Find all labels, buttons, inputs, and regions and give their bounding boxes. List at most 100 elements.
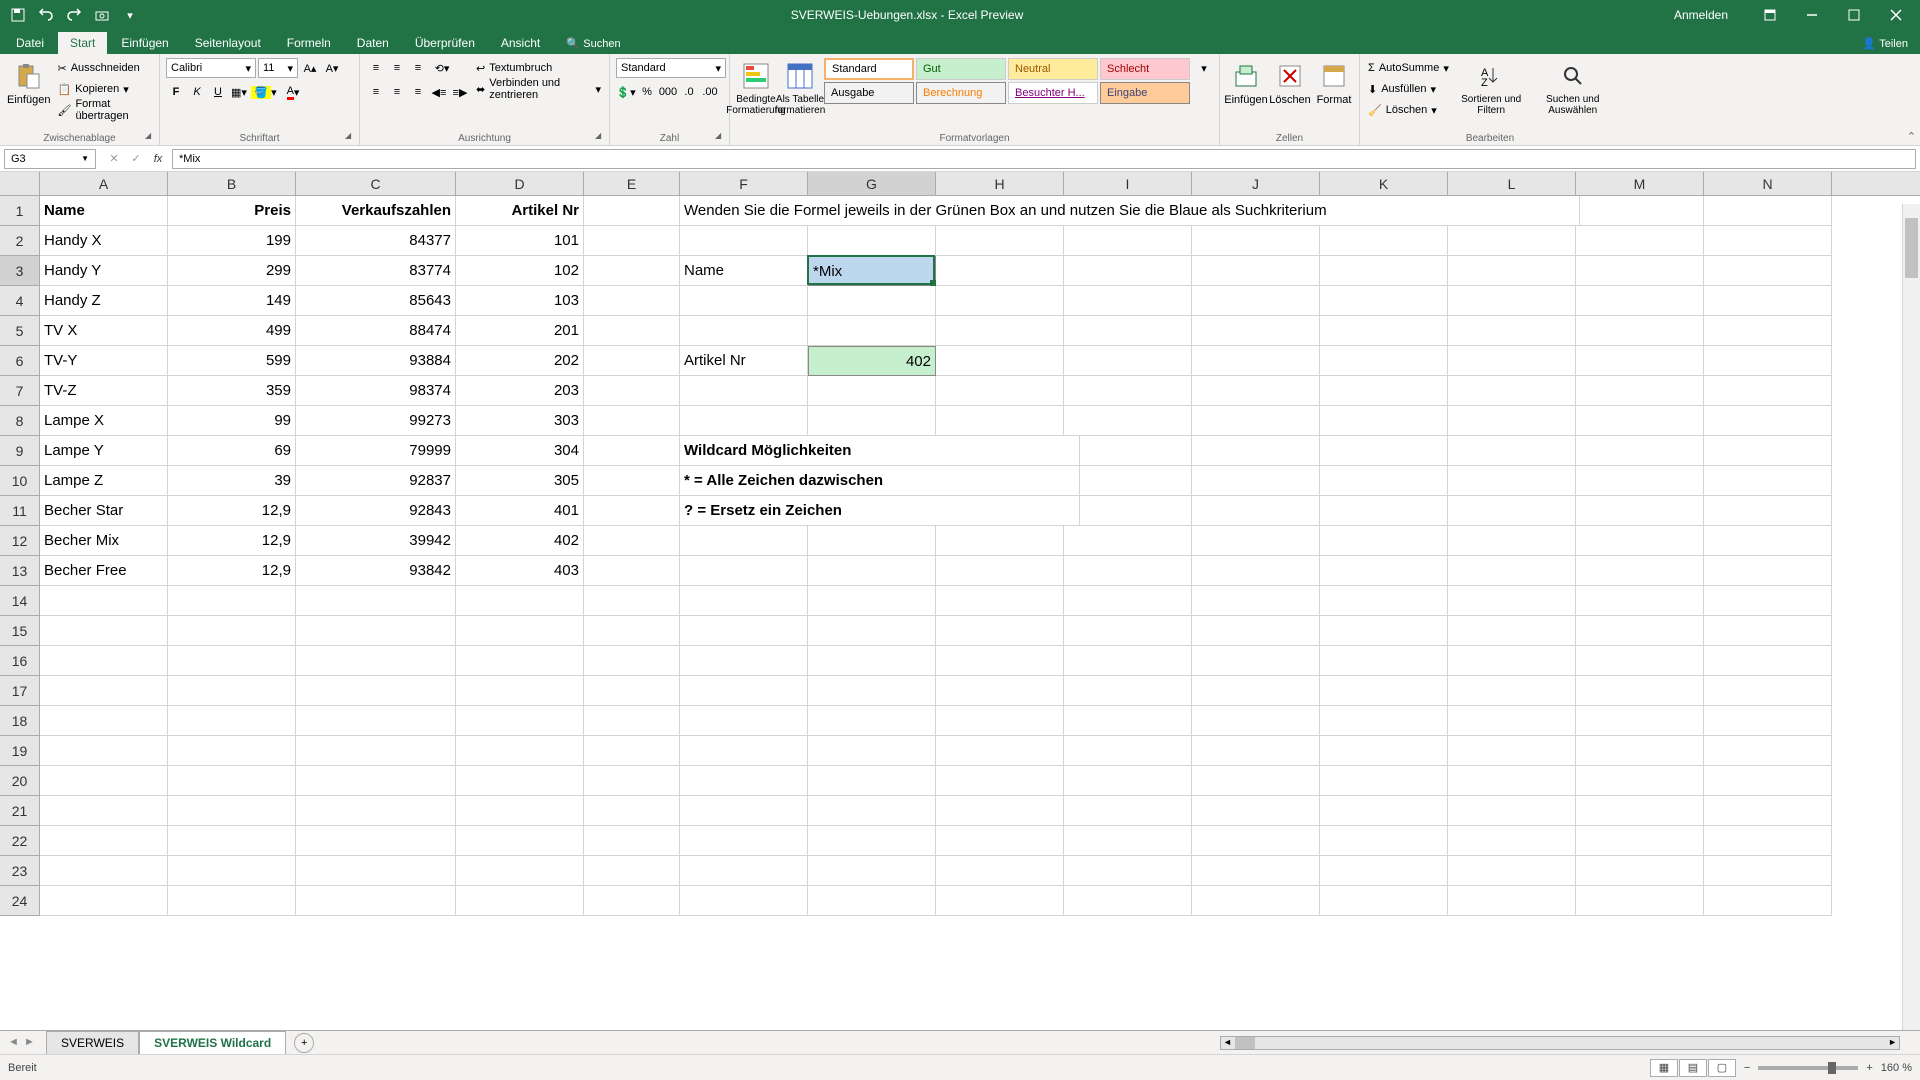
cell-L18[interactable] xyxy=(1448,706,1576,736)
cell-H13[interactable] xyxy=(936,556,1064,586)
row-header-13[interactable]: 13 xyxy=(0,556,39,586)
cell-A23[interactable] xyxy=(40,856,168,886)
cell-K12[interactable] xyxy=(1320,526,1448,556)
cell-B2[interactable]: 199 xyxy=(168,226,296,256)
cell-N21[interactable] xyxy=(1704,796,1832,826)
decrease-indent-icon[interactable]: ◀≡ xyxy=(429,82,449,102)
cell-I3[interactable] xyxy=(1064,256,1192,286)
cell-K20[interactable] xyxy=(1320,766,1448,796)
cell-E15[interactable] xyxy=(584,616,680,646)
cell-M6[interactable] xyxy=(1576,346,1704,376)
cell-I16[interactable] xyxy=(1064,646,1192,676)
row-header-22[interactable]: 22 xyxy=(0,826,39,856)
cell-N1[interactable] xyxy=(1704,196,1832,226)
cell-N17[interactable] xyxy=(1704,676,1832,706)
zoom-out-icon[interactable]: − xyxy=(1744,1062,1750,1074)
row-header-15[interactable]: 15 xyxy=(0,616,39,646)
cell-H24[interactable] xyxy=(936,886,1064,916)
cell-N19[interactable] xyxy=(1704,736,1832,766)
cell-F13[interactable] xyxy=(680,556,808,586)
cell-E2[interactable] xyxy=(584,226,680,256)
cell-N9[interactable] xyxy=(1704,436,1832,466)
cell-D20[interactable] xyxy=(456,766,584,796)
cell-L2[interactable] xyxy=(1448,226,1576,256)
clipboard-dialog-launcher[interactable]: ◢ xyxy=(145,131,157,143)
cell-E12[interactable] xyxy=(584,526,680,556)
cell-C9[interactable]: 79999 xyxy=(296,436,456,466)
cell-M19[interactable] xyxy=(1576,736,1704,766)
style-eingabe[interactable]: Eingabe xyxy=(1100,82,1190,104)
cell-A11[interactable]: Becher Star xyxy=(40,496,168,526)
cell-E1[interactable] xyxy=(584,196,680,226)
cell-H14[interactable] xyxy=(936,586,1064,616)
cell-A6[interactable]: TV-Y xyxy=(40,346,168,376)
cell-D23[interactable] xyxy=(456,856,584,886)
cell-I6[interactable] xyxy=(1064,346,1192,376)
decrease-decimal-icon[interactable]: .00 xyxy=(700,82,720,102)
hscroll-right-icon[interactable]: ► xyxy=(1888,1037,1897,1047)
cell-I20[interactable] xyxy=(1064,766,1192,796)
cell-E21[interactable] xyxy=(584,796,680,826)
border-button[interactable]: ▦▾ xyxy=(229,82,249,102)
cell-N8[interactable] xyxy=(1704,406,1832,436)
cell-H2[interactable] xyxy=(936,226,1064,256)
cell-H23[interactable] xyxy=(936,856,1064,886)
cell-J13[interactable] xyxy=(1192,556,1320,586)
cell-A14[interactable] xyxy=(40,586,168,616)
cell-I10[interactable] xyxy=(1064,466,1192,496)
cell-H22[interactable] xyxy=(936,826,1064,856)
tab-einfuegen[interactable]: Einfügen xyxy=(109,32,180,54)
cell-J21[interactable] xyxy=(1192,796,1320,826)
cell-F4[interactable] xyxy=(680,286,808,316)
cell-G6[interactable]: 402 xyxy=(808,346,936,376)
cell-B24[interactable] xyxy=(168,886,296,916)
cell-G2[interactable] xyxy=(808,226,936,256)
cell-F17[interactable] xyxy=(680,676,808,706)
align-middle-icon[interactable]: ≡ xyxy=(387,58,407,78)
cell-I4[interactable] xyxy=(1064,286,1192,316)
row-header-11[interactable]: 11 xyxy=(0,496,39,526)
thousands-icon[interactable]: 000 xyxy=(658,82,678,102)
cell-I14[interactable] xyxy=(1064,586,1192,616)
tab-ueberpruefen[interactable]: Überprüfen xyxy=(403,32,487,54)
cell-A22[interactable] xyxy=(40,826,168,856)
row-header-8[interactable]: 8 xyxy=(0,406,39,436)
cell-F18[interactable] xyxy=(680,706,808,736)
align-top-icon[interactable]: ≡ xyxy=(366,58,386,78)
ribbon-display-icon[interactable] xyxy=(1750,0,1790,30)
row-header-18[interactable]: 18 xyxy=(0,706,39,736)
row-header-17[interactable]: 17 xyxy=(0,676,39,706)
cell-L6[interactable] xyxy=(1448,346,1576,376)
font-name-select[interactable]: Calibri▾ xyxy=(166,58,256,78)
cell-L20[interactable] xyxy=(1448,766,1576,796)
cell-E22[interactable] xyxy=(584,826,680,856)
cell-F15[interactable] xyxy=(680,616,808,646)
row-header-3[interactable]: 3 xyxy=(0,256,39,286)
cell-B16[interactable] xyxy=(168,646,296,676)
zoom-in-icon[interactable]: + xyxy=(1866,1062,1872,1074)
cell-A17[interactable] xyxy=(40,676,168,706)
tab-start[interactable]: Start xyxy=(58,32,107,54)
cell-B6[interactable]: 599 xyxy=(168,346,296,376)
cell-M13[interactable] xyxy=(1576,556,1704,586)
cell-A7[interactable]: TV-Z xyxy=(40,376,168,406)
cell-B14[interactable] xyxy=(168,586,296,616)
cell-F19[interactable] xyxy=(680,736,808,766)
fill-button[interactable]: ⬇Ausfüllen ▾ xyxy=(1366,79,1451,99)
cell-K16[interactable] xyxy=(1320,646,1448,676)
view-page-layout-icon[interactable]: ▤ xyxy=(1679,1059,1707,1077)
cell-C17[interactable] xyxy=(296,676,456,706)
cell-D16[interactable] xyxy=(456,646,584,676)
percent-icon[interactable]: % xyxy=(637,82,657,102)
cell-C3[interactable]: 83774 xyxy=(296,256,456,286)
col-header-N[interactable]: N xyxy=(1704,172,1832,195)
cell-A18[interactable] xyxy=(40,706,168,736)
cell-G14[interactable] xyxy=(808,586,936,616)
cell-D15[interactable] xyxy=(456,616,584,646)
col-header-K[interactable]: K xyxy=(1320,172,1448,195)
cell-M2[interactable] xyxy=(1576,226,1704,256)
col-header-J[interactable]: J xyxy=(1192,172,1320,195)
tab-daten[interactable]: Daten xyxy=(345,32,401,54)
cells-area[interactable]: NamePreisVerkaufszahlenArtikel NrWenden … xyxy=(40,196,1920,916)
cell-D1[interactable]: Artikel Nr xyxy=(456,196,584,226)
